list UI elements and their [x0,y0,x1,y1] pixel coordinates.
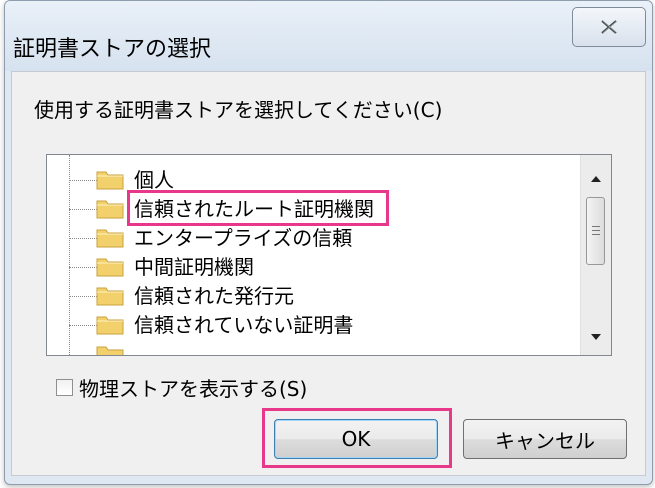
tree-connector [69,267,97,268]
tree-item-label: 信頼されていない証明書 [134,313,354,337]
folder-icon [96,346,124,355]
close-x-icon [601,20,618,34]
folder-icon [96,171,124,190]
tree-item-label: 信頼されたルート証明機関 [134,197,374,221]
dialog-client-area: 使用する証明書ストアを選択してください(C) 個人 信頼されたルート証明機関 エ… [11,71,646,476]
tree-item-label: 個人 [134,168,174,192]
tree-connector [69,238,97,239]
arrow-up-icon [591,176,601,182]
show-physical-stores-checkbox-row[interactable]: 物理ストアを表示する(S) [56,373,307,402]
tree-connector [69,325,97,326]
tree-item-label: 中間証明機関 [134,255,254,279]
folder-icon [96,287,124,306]
tree-item-label: 信頼された発行元 [134,284,294,308]
cancel-button[interactable]: キャンセル [463,419,627,459]
prompt-label: 使用する証明書ストアを選択してください(C) [34,98,443,122]
dialog-title: 証明書ストアの選択 [13,37,212,62]
tree-connector [69,209,97,210]
checkbox-label: 物理ストアを表示する(S) [79,377,308,401]
store-tree-view[interactable]: 個人 信頼されたルート証明機関 エンタープライズの信頼 中間証明機関 信頼された… [46,154,612,356]
tree-items: 個人 信頼されたルート証明機関 エンタープライズの信頼 中間証明機関 信頼された… [47,155,581,355]
certificate-store-dialog: 証明書ストアの選択 使用する証明書ストアを選択してください(C) 個人 信頼され… [4,0,653,485]
show-physical-stores-checkbox[interactable] [56,379,73,396]
folder-icon [96,200,124,219]
folder-icon [96,229,124,248]
grip-line [592,234,600,235]
folder-icon [96,258,124,277]
grip-line [592,230,600,231]
tree-connector [69,180,97,181]
grip-line [592,226,600,227]
folder-icon [96,316,124,335]
scroll-up-button[interactable] [581,165,611,193]
close-button[interactable] [572,7,646,47]
tree-item-label: エンタープライズの信頼 [134,226,353,250]
tree-scrollbar[interactable] [580,155,611,355]
title-bar: 証明書ストアの選択 [5,1,652,71]
tree-connector [69,296,97,297]
scroll-down-button[interactable] [581,323,611,351]
scroll-thumb[interactable] [586,197,605,265]
ok-button[interactable]: OK [274,419,438,459]
arrow-down-icon [591,334,601,340]
